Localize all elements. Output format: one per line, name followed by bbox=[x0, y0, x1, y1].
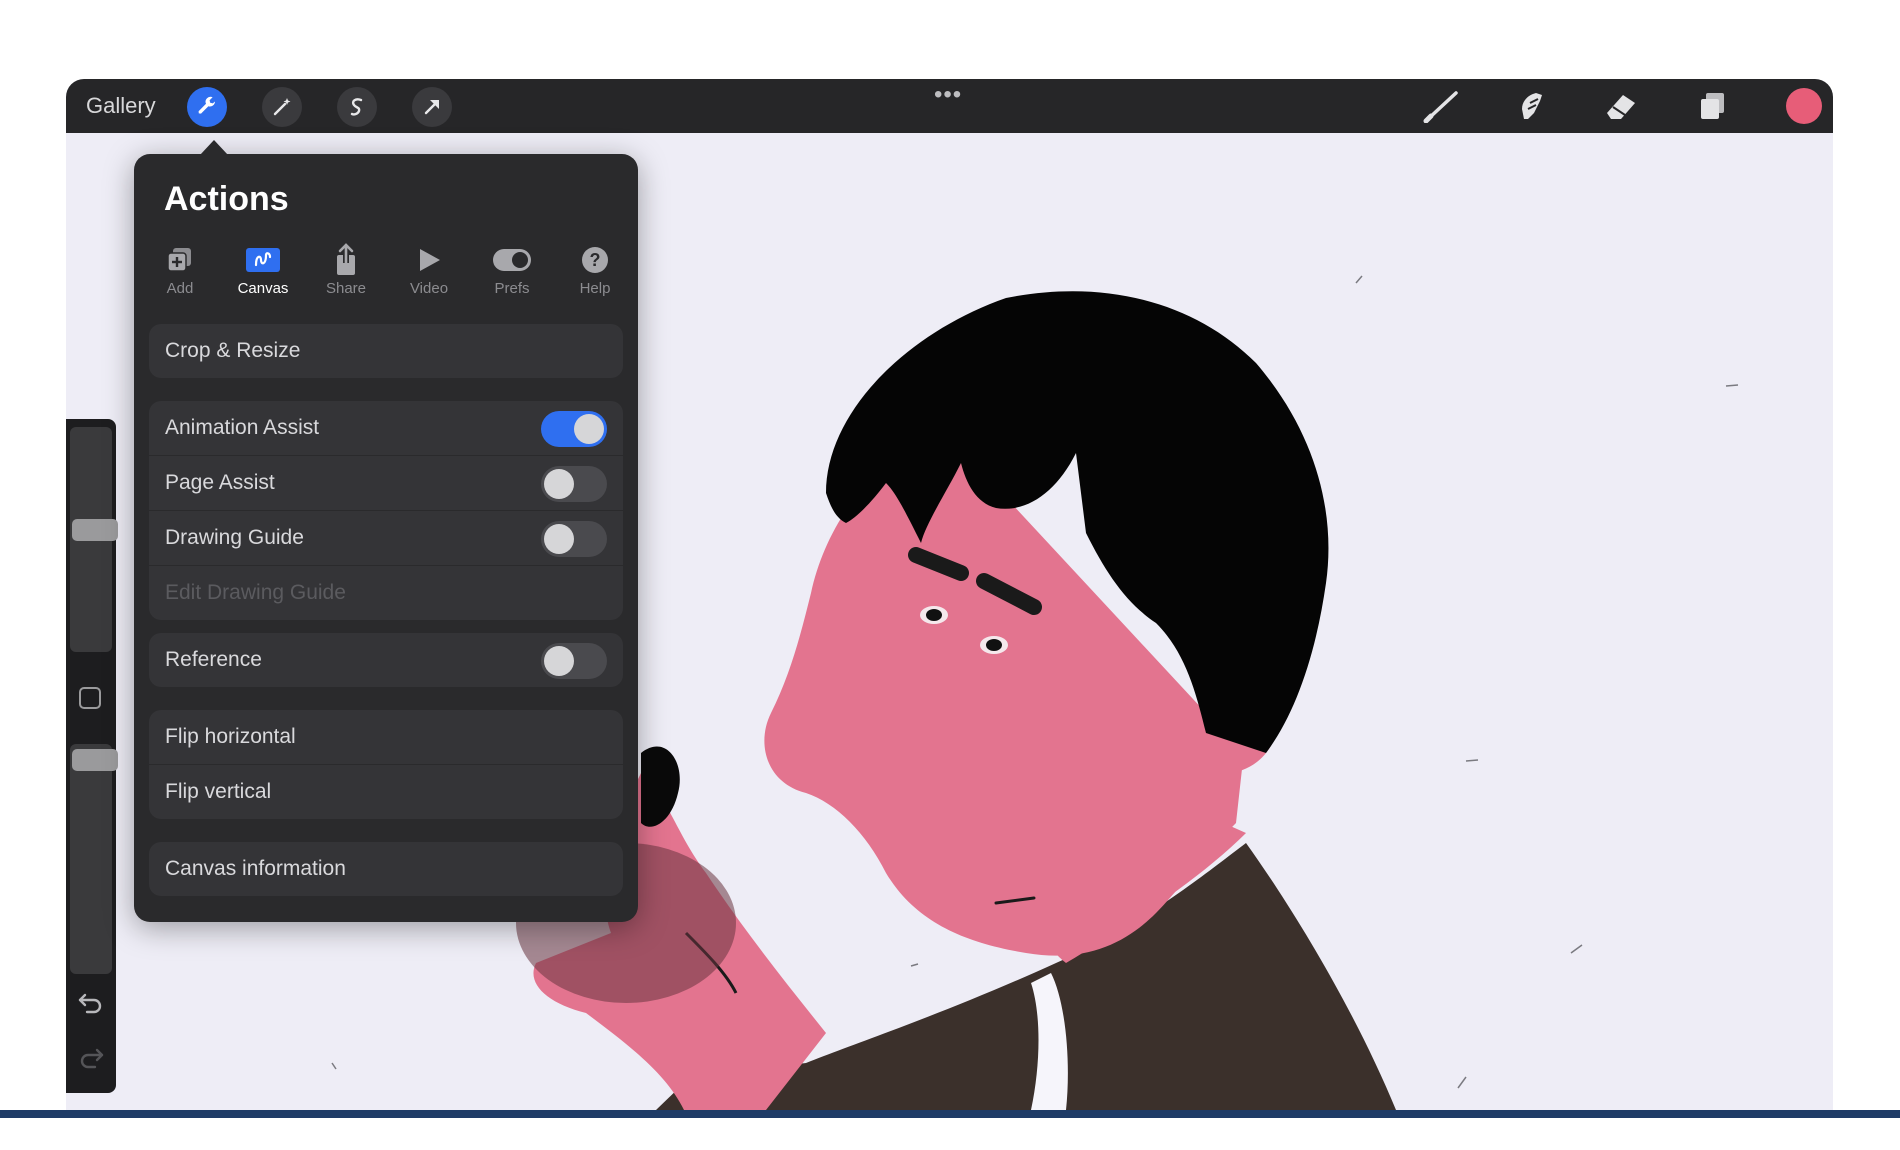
tab-help[interactable]: ? Help bbox=[560, 242, 630, 302]
toggle-knob bbox=[544, 646, 574, 676]
svg-text:?: ? bbox=[590, 250, 601, 270]
wrench-icon[interactable] bbox=[187, 87, 227, 127]
flip-group: Flip horizontal Flip vertical bbox=[149, 710, 623, 819]
share-icon bbox=[311, 242, 381, 278]
tab-video[interactable]: Video bbox=[394, 242, 464, 302]
reference-toggle[interactable] bbox=[541, 643, 607, 679]
animation-assist-label: Animation Assist bbox=[165, 416, 320, 439]
info-group: Canvas information bbox=[149, 842, 623, 896]
eraser-icon[interactable] bbox=[1602, 88, 1642, 124]
smudge-icon[interactable] bbox=[1511, 88, 1551, 124]
undo-icon[interactable] bbox=[77, 989, 105, 1017]
animation-assist-item[interactable]: Animation Assist bbox=[149, 401, 623, 456]
brush-icon[interactable] bbox=[1421, 88, 1461, 124]
help-icon: ? bbox=[560, 242, 630, 278]
actions-popover: Actions Add Canvas Share Video Prefs ? H… bbox=[134, 154, 638, 922]
tab-help-label: Help bbox=[579, 280, 611, 297]
page-assist-toggle[interactable] bbox=[541, 466, 607, 502]
edit-drawing-guide-item: Edit Drawing Guide bbox=[165, 581, 346, 604]
tab-share[interactable]: Share bbox=[311, 242, 381, 302]
gallery-button[interactable]: Gallery bbox=[86, 93, 156, 119]
page-assist-label: Page Assist bbox=[165, 471, 275, 494]
redo-icon[interactable] bbox=[77, 1044, 105, 1072]
magic-wand-icon[interactable] bbox=[262, 87, 302, 127]
tab-canvas[interactable]: Canvas bbox=[228, 242, 298, 302]
drawing-guide-label: Drawing Guide bbox=[165, 526, 304, 549]
tab-add[interactable]: Add bbox=[145, 242, 215, 302]
drawing-guide-toggle[interactable] bbox=[541, 521, 607, 557]
more-options-button[interactable]: ••• bbox=[934, 81, 962, 109]
brush-size-thumb[interactable] bbox=[72, 519, 118, 541]
left-sidebar bbox=[66, 419, 118, 1093]
crop-resize-item[interactable]: Crop & Resize bbox=[149, 324, 623, 378]
opacity-slider[interactable] bbox=[70, 744, 118, 974]
color-picker-button[interactable] bbox=[1786, 88, 1822, 124]
bottom-border-strip bbox=[0, 1110, 1900, 1118]
flip-horizontal-item[interactable]: Flip horizontal bbox=[149, 710, 623, 765]
video-icon bbox=[394, 242, 464, 278]
selection-icon[interactable] bbox=[337, 87, 377, 127]
actions-title: Actions bbox=[164, 180, 289, 218]
actions-popover-caret bbox=[200, 140, 228, 155]
tab-prefs-label: Prefs bbox=[494, 280, 530, 297]
flip-vertical-item[interactable]: Flip vertical bbox=[149, 765, 623, 819]
top-toolbar: Gallery ••• bbox=[66, 79, 1833, 133]
animation-assist-toggle[interactable] bbox=[541, 411, 607, 447]
toggle-knob bbox=[544, 524, 574, 554]
tab-add-label: Add bbox=[166, 280, 194, 297]
canvas-information-item[interactable]: Canvas information bbox=[149, 842, 623, 896]
prefs-toggle-icon bbox=[477, 242, 547, 278]
reference-label: Reference bbox=[165, 648, 262, 671]
modify-square-icon[interactable] bbox=[79, 687, 101, 709]
reference-item[interactable]: Reference bbox=[149, 633, 623, 687]
add-icon bbox=[145, 242, 215, 278]
tab-prefs[interactable]: Prefs bbox=[477, 242, 547, 302]
tab-video-label: Video bbox=[409, 280, 449, 297]
reference-group: Reference bbox=[149, 633, 623, 687]
canvas-icon bbox=[228, 242, 298, 278]
brush-size-slider[interactable] bbox=[70, 427, 118, 652]
transform-arrow-icon[interactable] bbox=[412, 87, 452, 127]
crop-group: Crop & Resize bbox=[149, 324, 623, 378]
toggle-knob bbox=[574, 414, 604, 444]
toggle-knob bbox=[544, 469, 574, 499]
page-assist-item[interactable]: Page Assist bbox=[149, 456, 623, 511]
assist-group: Animation Assist Page Assist Drawing Gui… bbox=[149, 401, 623, 620]
drawing-guide-item[interactable]: Drawing Guide bbox=[149, 511, 623, 566]
layers-icon[interactable] bbox=[1693, 88, 1733, 124]
tab-share-label: Share bbox=[325, 280, 367, 297]
opacity-thumb[interactable] bbox=[72, 749, 118, 771]
tab-canvas-label: Canvas bbox=[237, 280, 289, 297]
